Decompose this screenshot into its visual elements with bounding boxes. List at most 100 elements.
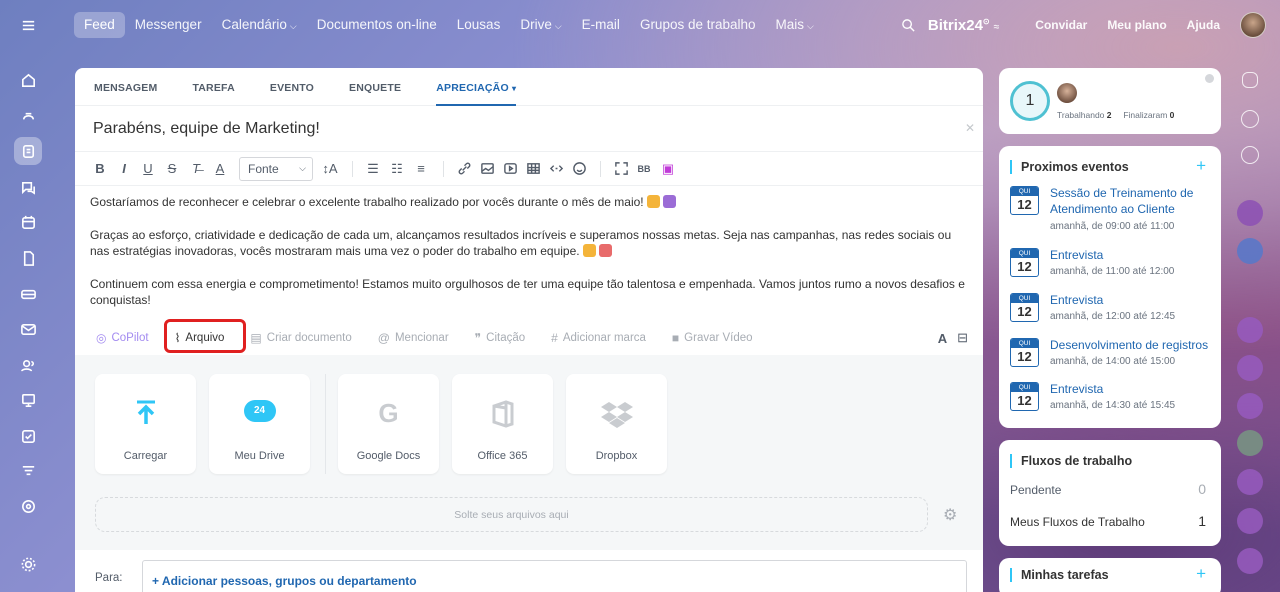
- table-icon[interactable]: [526, 161, 541, 176]
- nav-boards[interactable]: Lousas: [447, 12, 511, 38]
- font-select[interactable]: Fonte ⌵: [239, 156, 313, 181]
- nav-more[interactable]: Mais ⌵: [766, 12, 824, 38]
- ai-image-icon[interactable]: ▣: [657, 161, 679, 177]
- filter-icon[interactable]: [14, 457, 42, 485]
- drive-icon[interactable]: [14, 280, 42, 308]
- menu-icon[interactable]: [14, 11, 42, 39]
- bold-icon[interactable]: B: [89, 161, 111, 176]
- nav-workgroups[interactable]: Grupos de trabalho: [630, 12, 766, 38]
- event-name[interactable]: Entrevista: [1050, 292, 1210, 308]
- nav-calendar[interactable]: Calendário ⌵: [212, 12, 307, 38]
- help-button[interactable]: Ajuda: [1177, 18, 1230, 32]
- tab-message[interactable]: MENSAGEM: [94, 68, 157, 106]
- chat-avatar[interactable]: [1237, 393, 1263, 419]
- invite-button[interactable]: Convidar: [1025, 18, 1097, 32]
- copilot-icon[interactable]: [14, 492, 42, 520]
- user-avatar[interactable]: [1240, 12, 1266, 38]
- my-drive-tile[interactable]: 24 Meu Drive: [209, 374, 310, 474]
- event-name[interactable]: Sessão de Treinamento de Atendimento ao …: [1050, 185, 1210, 217]
- bookmark-avatar[interactable]: [1237, 238, 1263, 264]
- mail-icon[interactable]: [14, 315, 42, 343]
- link-icon[interactable]: [457, 161, 472, 176]
- feed-icon[interactable]: [14, 137, 42, 165]
- chat-avatar[interactable]: [1237, 355, 1263, 381]
- nav-feed[interactable]: Feed: [74, 12, 125, 38]
- create-document-button[interactable]: ▤ Criar documento: [250, 331, 351, 345]
- bitrix-logo[interactable]: Bitrix24⊙ ≈: [928, 17, 999, 34]
- close-icon[interactable]: ✕: [965, 121, 975, 135]
- calendar-icon[interactable]: [14, 208, 42, 236]
- messages-icon[interactable]: [1241, 146, 1259, 164]
- text-color-icon[interactable]: A: [209, 161, 231, 176]
- chat-avatar[interactable]: [1237, 317, 1263, 343]
- copilot-chat-icon[interactable]: [1241, 110, 1259, 128]
- tab-poll[interactable]: ENQUETE: [349, 68, 401, 106]
- search-icon[interactable]: [901, 18, 916, 33]
- event-name[interactable]: Entrevista: [1050, 247, 1210, 263]
- drop-zone[interactable]: Solte seus arquivos aqui: [95, 497, 928, 532]
- worktime-count[interactable]: 1: [1010, 81, 1050, 121]
- employee-avatar[interactable]: [1057, 83, 1077, 103]
- underline-icon[interactable]: U: [137, 161, 159, 176]
- video-icon[interactable]: [503, 161, 518, 176]
- dropbox-tile[interactable]: Dropbox: [566, 374, 667, 474]
- strikethrough-icon[interactable]: S: [161, 161, 183, 176]
- bullet-list-icon[interactable]: ☷: [386, 161, 408, 177]
- nav-drive[interactable]: Drive ⌵: [510, 12, 571, 38]
- help-icon[interactable]: [1205, 74, 1214, 83]
- clear-format-icon[interactable]: T̶: [185, 161, 207, 176]
- group-avatar[interactable]: [1237, 430, 1263, 456]
- emoji-icon[interactable]: [572, 161, 587, 176]
- chat-avatar[interactable]: [1237, 508, 1263, 534]
- italic-icon[interactable]: I: [113, 161, 135, 176]
- add-event-icon[interactable]: +: [1196, 156, 1206, 176]
- gear-icon[interactable]: ⚙: [943, 505, 957, 525]
- numbered-list-icon[interactable]: ☰: [362, 161, 384, 177]
- bell-icon[interactable]: [1242, 72, 1258, 88]
- tasks-icon[interactable]: [14, 422, 42, 450]
- tab-task[interactable]: TAREFA: [192, 68, 234, 106]
- event-name[interactable]: Desenvolvimento de registros: [1050, 337, 1210, 353]
- mention-button[interactable]: @ Mencionar: [378, 331, 449, 345]
- post-title-input[interactable]: Parabéns, equipe de Marketing!: [93, 120, 320, 138]
- document-icon[interactable]: [14, 244, 42, 272]
- add-task-icon[interactable]: +: [1196, 564, 1206, 584]
- settings-icon[interactable]: [14, 550, 42, 578]
- tab-event[interactable]: EVENTO: [270, 68, 314, 106]
- copilot-avatar[interactable]: [1237, 200, 1263, 226]
- add-tag-button[interactable]: # Adicionar marca: [551, 331, 646, 345]
- quote-button[interactable]: ❞ Citação: [475, 331, 525, 345]
- swap-icon: ≈: [993, 21, 1000, 33]
- pending-row[interactable]: Pendente 0: [1010, 481, 1206, 497]
- image-icon[interactable]: [480, 161, 495, 176]
- fullscreen-icon[interactable]: [614, 161, 629, 176]
- automation-icon[interactable]: [14, 102, 42, 130]
- recipients-field[interactable]: + Adicionar pessoas, grupos ou departame…: [142, 560, 967, 592]
- upload-tile[interactable]: Carregar: [95, 374, 196, 474]
- nav-documents[interactable]: Documentos on-line: [307, 12, 447, 38]
- record-video-button[interactable]: ■ Gravar Vídeo: [672, 331, 753, 345]
- chat-avatar[interactable]: [1237, 548, 1263, 574]
- nav-email[interactable]: E-mail: [572, 12, 630, 38]
- google-docs-tile[interactable]: G Google Docs: [338, 374, 439, 474]
- my-workflows-row[interactable]: Meus Fluxos de Trabalho 1: [1010, 513, 1206, 529]
- bbcode-icon[interactable]: BB: [633, 164, 655, 174]
- copilot-button[interactable]: ◎ CoPilot: [96, 331, 149, 345]
- text-format-icon[interactable]: A: [938, 331, 947, 346]
- panel-toggle-icon[interactable]: ⊟: [957, 330, 968, 346]
- tab-appreciation[interactable]: APRECIAÇÃO ▾: [436, 68, 517, 106]
- align-icon[interactable]: ≡: [410, 161, 432, 176]
- font-size-icon[interactable]: ↕A: [319, 161, 341, 176]
- copilot-avatar[interactable]: [1237, 469, 1263, 495]
- code-icon[interactable]: [549, 161, 564, 176]
- event-name[interactable]: Entrevista: [1050, 381, 1210, 397]
- plan-button[interactable]: Meu plano: [1097, 18, 1176, 32]
- office365-tile[interactable]: Office 365: [452, 374, 553, 474]
- chat-icon[interactable]: [14, 173, 42, 201]
- nav-messenger[interactable]: Messenger: [125, 12, 212, 38]
- add-recipients-link[interactable]: + Adicionar pessoas, grupos ou departame…: [152, 574, 417, 588]
- post-body[interactable]: Gostaríamos de reconhecer e celebrar o e…: [75, 186, 983, 309]
- home-icon[interactable]: [14, 66, 42, 94]
- groups-icon[interactable]: [14, 351, 42, 379]
- board-icon[interactable]: [14, 386, 42, 414]
